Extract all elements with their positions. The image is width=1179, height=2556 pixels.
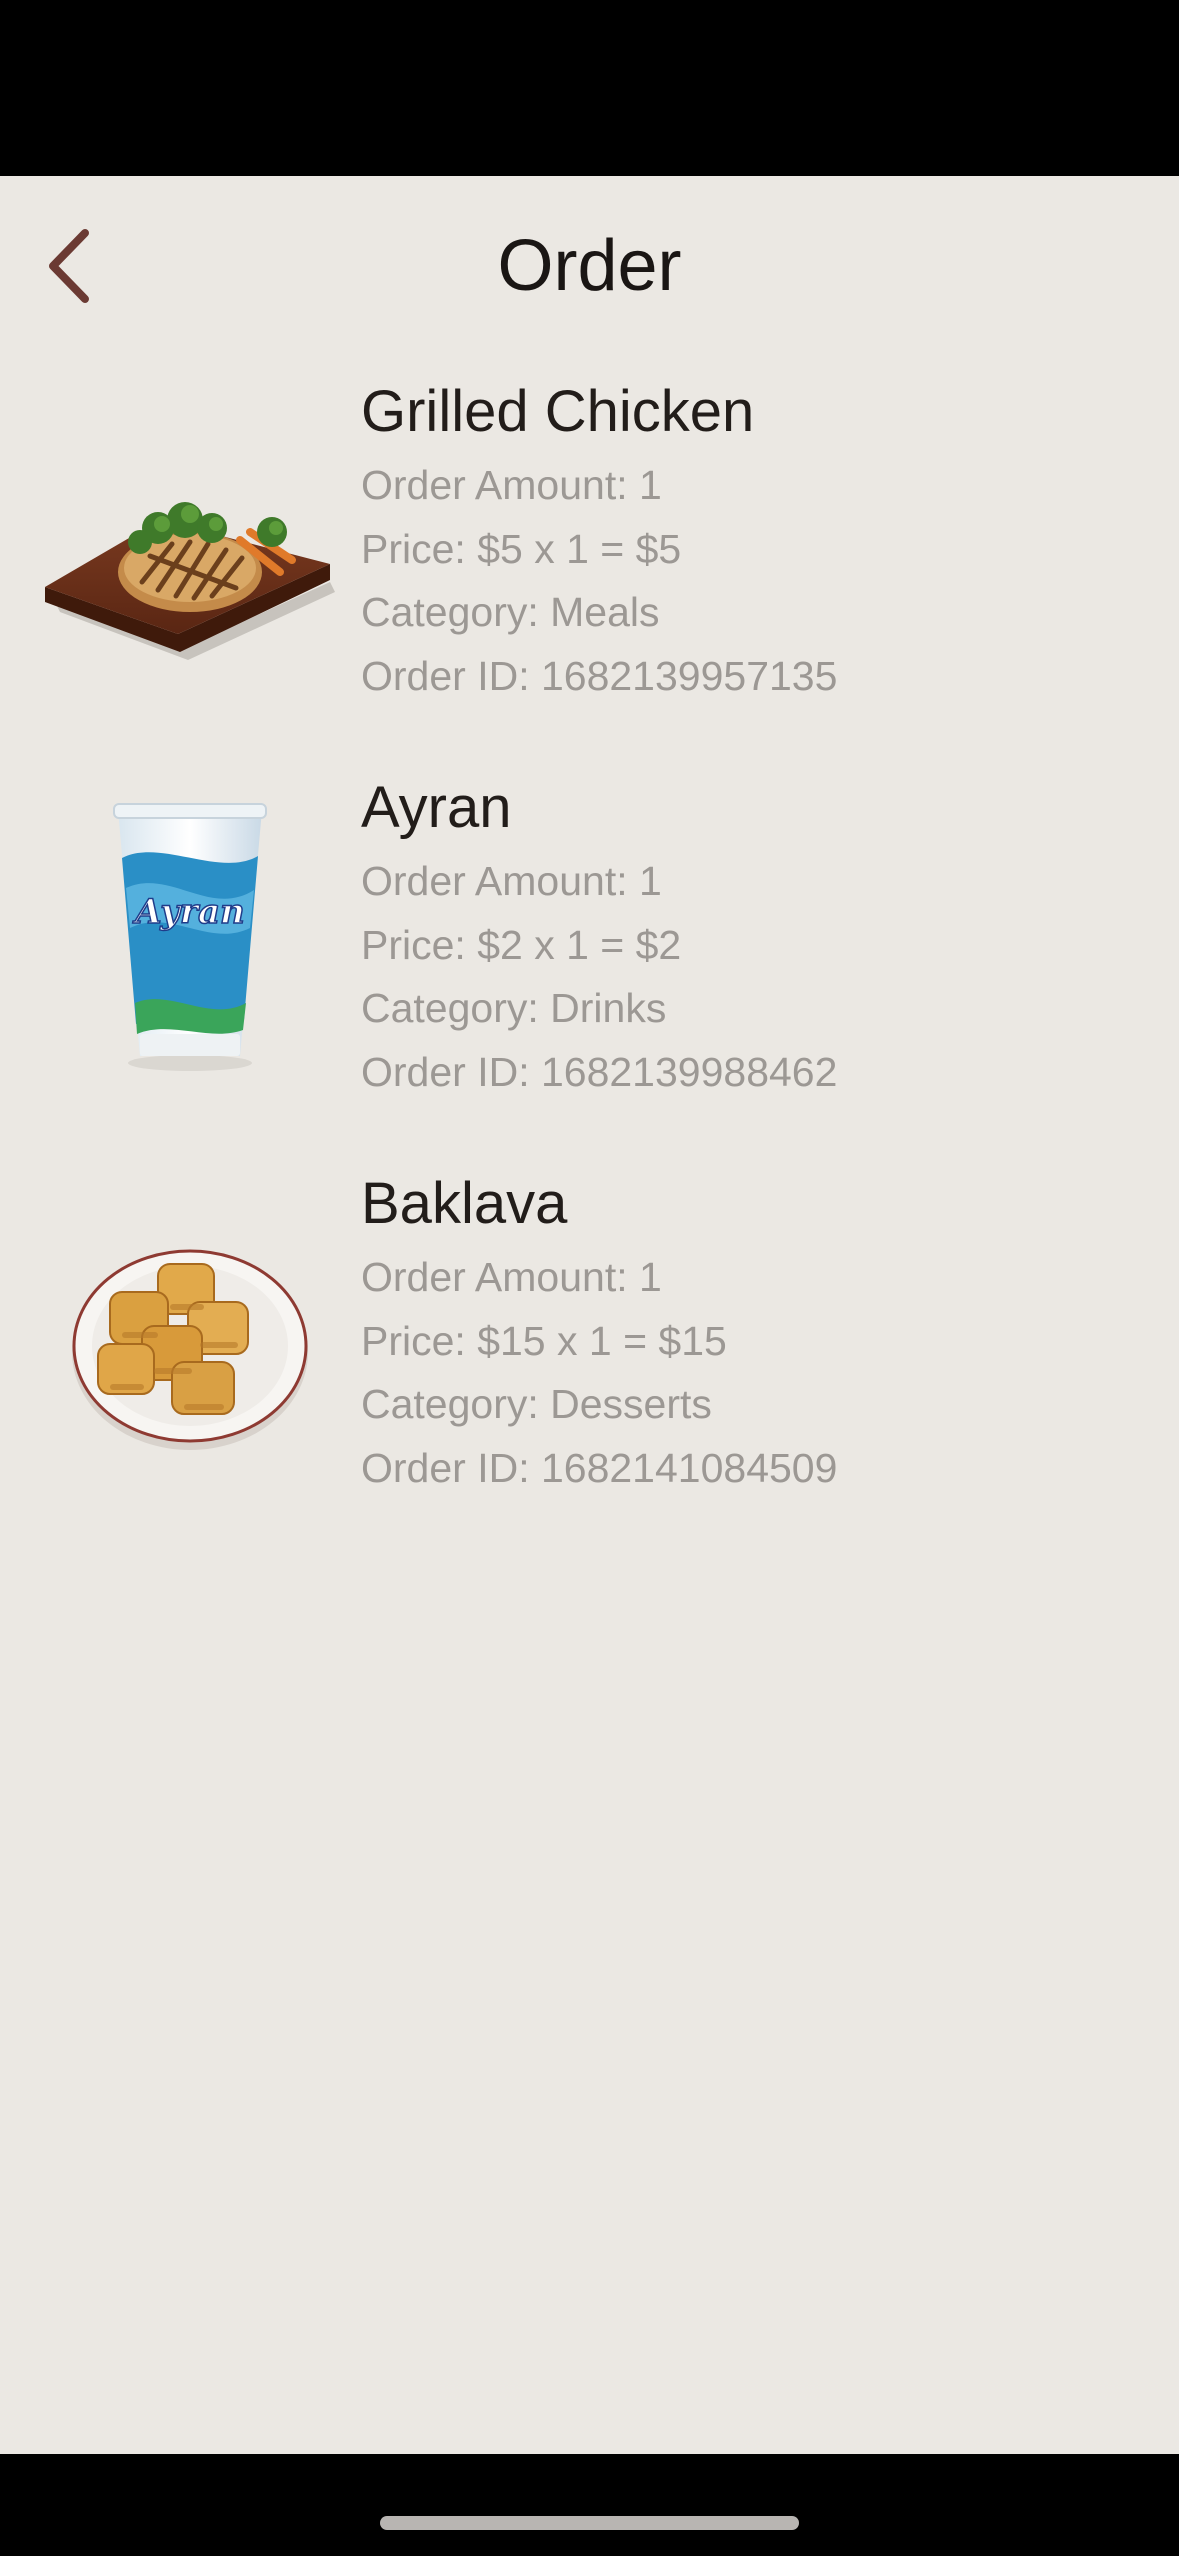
baklava-plate-image — [72, 1249, 308, 1450]
order-category: Category: Meals — [361, 589, 660, 635]
order-screen: Order Grilled Chicken Order Amount: 1 Pr… — [0, 176, 1179, 2454]
order-price: Price: $15 x 1 = $15 — [361, 1317, 727, 1364]
order-item[interactable]: Baklava Order Amount: 1 Price: $15 x 1 =… — [0, 1164, 1179, 1560]
ayran-cup-image: Ayran — [113, 803, 267, 1071]
order-id: Order ID: 1682141084509 — [361, 1444, 838, 1491]
page-title: Order — [497, 226, 682, 306]
order-details: Ayran Order Amount: 1 Price: $2 x 1 = $2… — [361, 768, 1141, 1104]
order-category: Category: Desserts — [361, 1381, 712, 1427]
order-item[interactable]: Grilled Chicken Order Amount: 1 Price: $… — [0, 372, 1179, 768]
order-amount: Order Amount: 1 — [361, 1254, 662, 1300]
home-indicator[interactable] — [380, 2516, 799, 2530]
order-details: Baklava Order Amount: 1 Price: $15 x 1 =… — [361, 1164, 1141, 1500]
order-item[interactable]: Ayran Ayran Order Amount: 1 Price: $2 x … — [0, 768, 1179, 1164]
order-item-name: Grilled Chicken — [361, 379, 755, 444]
status-bar — [0, 0, 1179, 176]
order-category: Category: Drinks — [361, 985, 667, 1031]
order-price: Price: $2 x 1 = $2 — [361, 921, 682, 968]
home-indicator-bar — [0, 2454, 1179, 2556]
navigation-bar: Order — [0, 176, 1179, 346]
grilled-chicken-image — [45, 502, 335, 660]
order-id: Order ID: 1682139957135 — [361, 652, 838, 699]
order-amount: Order Amount: 1 — [361, 858, 662, 904]
order-amount: Order Amount: 1 — [361, 462, 662, 508]
svg-text:Ayran: Ayran — [132, 892, 244, 932]
order-item-name: Ayran — [361, 775, 512, 840]
order-details: Grilled Chicken Order Amount: 1 Price: $… — [361, 372, 1141, 708]
order-item-name: Baklava — [361, 1171, 568, 1236]
order-price: Price: $5 x 1 = $5 — [361, 525, 682, 572]
order-list: Grilled Chicken Order Amount: 1 Price: $… — [0, 372, 1179, 1560]
order-id: Order ID: 1682139988462 — [361, 1048, 838, 1095]
